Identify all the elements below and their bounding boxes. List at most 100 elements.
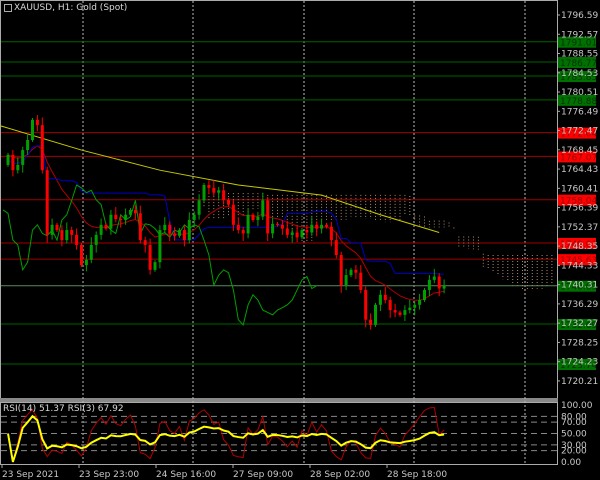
candle-body	[16, 164, 20, 171]
price-tick-label: 1760.41	[561, 184, 598, 194]
time-tick-label: 28 Sep 02:00	[310, 470, 370, 480]
candle-body	[173, 233, 177, 236]
price-tick-label: 1776.49	[561, 107, 598, 117]
candle-body	[334, 240, 338, 255]
price-tick-label: 1724.23	[561, 358, 598, 368]
candle-body	[70, 230, 74, 235]
candle-body	[138, 213, 142, 241]
candle-body	[300, 230, 304, 238]
candle-body	[129, 209, 132, 215]
candle-body	[94, 234, 98, 245]
candle-body	[45, 170, 49, 235]
chart-window-icon	[4, 3, 12, 12]
price-tick-label: 1736.29	[561, 300, 598, 310]
price-tick-label: 1744.33	[561, 261, 598, 271]
candle-body	[236, 224, 240, 231]
time-tick-label: 23 Sep 2021	[2, 470, 59, 480]
candle-body	[418, 300, 422, 305]
price-level-label: 1778.88	[560, 97, 597, 107]
candle-body	[315, 224, 319, 229]
candle-body	[349, 269, 353, 276]
candle-body	[276, 223, 279, 225]
candle-body	[148, 244, 152, 270]
candle-body	[364, 289, 368, 320]
candle-body	[50, 224, 54, 235]
price-tick-label: 1732.27	[561, 319, 598, 329]
time-tick-label: 28 Sep 18:00	[387, 470, 447, 480]
panel-separator	[0, 398, 558, 402]
price-levels	[1, 41, 557, 365]
price-level-label: 1786.77	[560, 59, 597, 69]
candle-body	[369, 319, 373, 325]
candle-body	[114, 214, 118, 220]
chart-window[interactable]: 100.00 80.00 70.00 50.00 30.00 20.00 0.00 1791…	[0, 0, 600, 480]
candle-body	[295, 232, 299, 238]
candle-body	[119, 219, 123, 221]
price-tick-label: 1780.51	[561, 88, 598, 98]
price-tick-label: 1792.57	[561, 30, 598, 40]
candle-body	[153, 262, 157, 270]
rsi14-line	[7, 414, 445, 463]
candle-body	[80, 244, 83, 266]
candle-body	[158, 230, 162, 263]
candle-body	[427, 279, 431, 290]
candle-body	[178, 230, 181, 236]
time-tick-label: 23 Sep 23:00	[79, 470, 139, 480]
candle-body	[241, 230, 245, 234]
price-tick-label: 1720.21	[561, 377, 598, 387]
candle-body	[339, 254, 343, 286]
candle-body	[109, 214, 113, 229]
candle-body	[398, 312, 402, 315]
kijun-line	[7, 145, 445, 275]
rsi-tick-label: 70.00	[561, 418, 587, 428]
candle-body	[403, 310, 407, 315]
candle-body	[231, 204, 235, 225]
candle-body	[285, 228, 289, 235]
price-tick-label: 1748.35	[561, 242, 598, 252]
candle-body	[133, 209, 137, 214]
candle-body	[432, 276, 436, 280]
fast-ma-line	[7, 145, 445, 301]
price-tick-label: 1768.45	[561, 146, 598, 156]
candle-body	[354, 269, 358, 273]
candle-body	[320, 224, 324, 229]
candle-body	[6, 154, 10, 165]
candle-body	[393, 310, 397, 313]
candle-body	[197, 200, 201, 215]
price-tick-label: 1764.43	[561, 165, 598, 175]
candle-body	[271, 223, 275, 234]
candle-body	[329, 226, 333, 241]
candle-body	[89, 244, 93, 260]
rsi-title: RSI(14) 51.37 RSI(3) 67.92	[3, 404, 124, 414]
rsi3-line	[7, 406, 445, 463]
chart-title: XAUUSD, H1: Gold (Spot)	[4, 3, 127, 13]
candle-body	[21, 150, 25, 165]
candle-body	[305, 230, 309, 233]
rsi-tick-label: 20.00	[561, 447, 587, 457]
candle-body	[35, 119, 39, 126]
candle-body	[124, 214, 128, 221]
candle-body	[388, 300, 392, 311]
candle-body	[187, 220, 191, 241]
candle-body	[251, 214, 255, 221]
candle-body	[423, 289, 426, 301]
candle-body	[40, 125, 44, 171]
candle-body	[26, 139, 30, 151]
candle-body	[344, 275, 348, 286]
candle-body	[437, 276, 441, 289]
candle-body	[374, 304, 377, 325]
candle-body	[207, 185, 211, 188]
price-axis: 1791.011786.771783.851778.881772.041767.…	[557, 11, 598, 387]
rsi-tick-label: 100.00	[561, 401, 593, 411]
price-tick-label: 1752.37	[561, 223, 598, 233]
chart-title-text: XAUUSD, H1: Gold (Spot)	[14, 3, 128, 13]
candle-body	[202, 185, 206, 201]
candle-body	[168, 224, 172, 234]
candle-body	[60, 230, 64, 241]
rsi-tick-label: 0.00	[561, 458, 581, 468]
candle-body	[227, 199, 230, 205]
candle-body	[163, 224, 167, 231]
candle-body	[212, 187, 216, 193]
candle-body	[310, 224, 314, 233]
time-axis: 23 Sep 2021 23 Sep 23:00 24 Sep 16:00 27 Se…	[1, 465, 447, 480]
